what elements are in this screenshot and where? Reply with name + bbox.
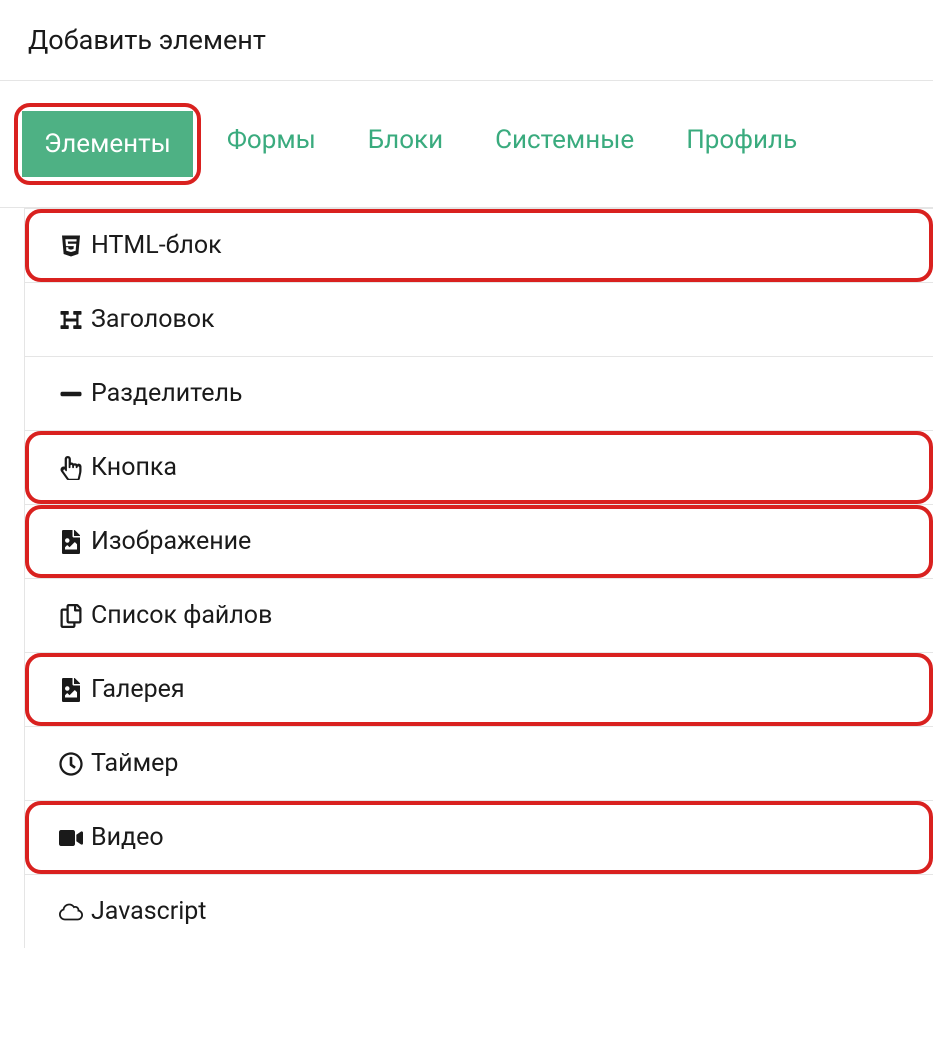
- list-item-label: Видео: [91, 823, 164, 852]
- list-item-javascript[interactable]: Javascript: [29, 879, 929, 944]
- list-item-label: Разделитель: [91, 379, 243, 408]
- list-item-label: Заголовок: [91, 305, 215, 334]
- hand-pointer-icon: [57, 456, 85, 480]
- list-item-html-block[interactable]: HTML-блок: [33, 217, 925, 274]
- tab-system[interactable]: Системные: [473, 107, 656, 173]
- elements-list: HTML-блок Заголовок Разделитель: [24, 208, 933, 948]
- list-item-gallery[interactable]: Галерея: [33, 661, 925, 718]
- list-item-button[interactable]: Кнопка: [33, 439, 925, 496]
- list-item-wrapper: Javascript: [25, 874, 933, 948]
- list-item-heading[interactable]: Заголовок: [29, 287, 929, 352]
- list-item-wrapper: Кнопка: [25, 430, 933, 504]
- item-wrapper: Заголовок: [25, 283, 933, 356]
- list-item-label: Список файлов: [91, 601, 272, 630]
- image-icon: [57, 678, 85, 702]
- cloud-icon: [57, 900, 85, 924]
- tab-wrapper-blocks: Блоки: [342, 103, 469, 185]
- list-item-image[interactable]: Изображение: [33, 513, 925, 570]
- copy-icon: [57, 604, 85, 628]
- tab-blocks[interactable]: Блоки: [346, 107, 465, 173]
- list-item-wrapper: Разделитель: [25, 356, 933, 430]
- list-item-label: Javascript: [91, 897, 207, 926]
- highlight-frame: Изображение: [25, 505, 933, 578]
- list-item-wrapper: Список файлов: [25, 578, 933, 652]
- list-item-label: Изображение: [91, 527, 251, 556]
- list-item-wrapper: Видео: [25, 800, 933, 874]
- tab-wrapper-elements: Элементы: [14, 103, 201, 185]
- highlight-frame: HTML-блок: [25, 209, 933, 282]
- tab-wrapper-system: Системные: [469, 103, 660, 185]
- list-item-wrapper: Заголовок: [25, 282, 933, 356]
- list-item-wrapper: HTML-блок: [25, 208, 933, 282]
- heading-icon: [57, 308, 85, 332]
- item-wrapper: Список файлов: [25, 579, 933, 652]
- clock-icon: [57, 752, 85, 776]
- tab-wrapper-forms: Формы: [201, 103, 342, 185]
- list-item-wrapper: Таймер: [25, 726, 933, 800]
- highlight-frame: Галерея: [25, 653, 933, 726]
- item-wrapper: Javascript: [25, 875, 933, 948]
- image-icon: [57, 530, 85, 554]
- highlight-frame: Кнопка: [25, 431, 933, 504]
- tab-elements[interactable]: Элементы: [22, 111, 193, 177]
- tab-wrapper-profile: Профиль: [660, 103, 823, 185]
- minus-icon: [57, 382, 85, 406]
- list-item-label: Кнопка: [91, 453, 177, 482]
- list-item-label: Таймер: [91, 749, 178, 778]
- highlight-frame: Видео: [25, 801, 933, 874]
- dialog-title: Добавить элемент: [0, 0, 933, 81]
- list-item-divider[interactable]: Разделитель: [29, 361, 929, 426]
- list-item-label: Галерея: [91, 675, 185, 704]
- list-item-video[interactable]: Видео: [33, 809, 925, 866]
- item-wrapper: Разделитель: [25, 357, 933, 430]
- tabs-bar: Элементы Формы Блоки Системные Профиль: [0, 81, 933, 208]
- video-icon: [57, 826, 85, 850]
- list-item-wrapper: Изображение: [25, 504, 933, 578]
- item-wrapper: Таймер: [25, 727, 933, 800]
- list-item-file-list[interactable]: Список файлов: [29, 583, 929, 648]
- list-item-timer[interactable]: Таймер: [29, 731, 929, 796]
- tab-forms[interactable]: Формы: [205, 107, 338, 173]
- html5-icon: [57, 234, 85, 258]
- list-item-label: HTML-блок: [91, 231, 222, 260]
- list-item-wrapper: Галерея: [25, 652, 933, 726]
- tab-profile[interactable]: Профиль: [664, 107, 819, 173]
